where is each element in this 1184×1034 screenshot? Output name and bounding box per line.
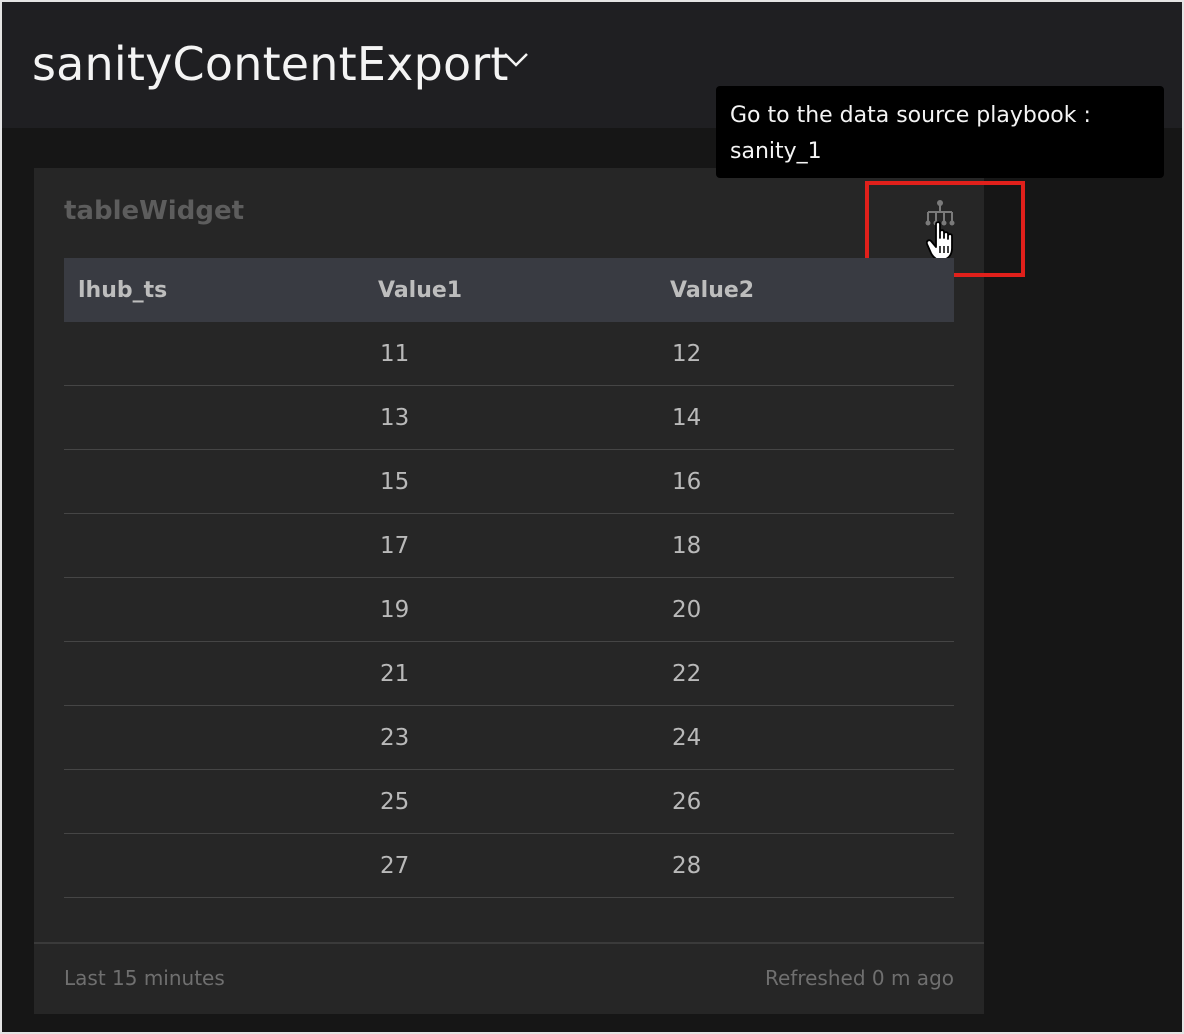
table-cell (64, 577, 364, 642)
table-widget: tableWidget lhub_ts Value1 Value2 11 12 … (34, 168, 1025, 1014)
tooltip-text: Go to the data source playbook : (730, 103, 1091, 128)
table-row: 11 12 (64, 322, 954, 386)
table-cell (64, 322, 364, 386)
column-header[interactable]: lhub_ts (64, 258, 364, 322)
dashboard-title[interactable]: sanityContentExport (32, 34, 509, 94)
table-cell: 20 (656, 577, 954, 642)
widget-title: tableWidget (64, 196, 245, 226)
table-cell: 19 (364, 577, 656, 642)
data-table: lhub_ts Value1 Value2 11 12 13 14 15 16 … (64, 258, 954, 898)
table-cell: 11 (364, 322, 656, 386)
column-header[interactable]: Value2 (656, 258, 954, 322)
table-row: 21 22 (64, 641, 954, 706)
table-cell (64, 513, 364, 578)
table-cell: 17 (364, 513, 656, 578)
table-cell: 12 (656, 322, 954, 386)
table-row: 17 18 (64, 513, 954, 578)
table-cell: 16 (656, 449, 954, 514)
table-cell: 24 (656, 705, 954, 770)
table-row: 13 14 (64, 385, 954, 450)
table-cell (64, 769, 364, 834)
table-cell: 26 (656, 769, 954, 834)
time-range-label: Last 15 minutes (64, 966, 225, 990)
refresh-status: Refreshed 0 m ago (765, 966, 954, 990)
widget-footer: Last 15 minutes Refreshed 0 m ago (34, 942, 984, 1014)
table-row: 23 24 (64, 705, 954, 770)
table-cell: 14 (656, 385, 954, 450)
table-row: 27 28 (64, 833, 954, 898)
table-header-row: lhub_ts Value1 Value2 (64, 258, 954, 322)
table-row: 19 20 (64, 577, 954, 642)
chevron-down-icon[interactable] (502, 50, 530, 70)
tooltip-playbook-name: sanity_1 (730, 139, 822, 164)
table-cell: 28 (656, 833, 954, 898)
table-cell: 18 (656, 513, 954, 578)
column-header[interactable]: Value1 (364, 258, 656, 322)
table-row: 15 16 (64, 449, 954, 514)
table-cell: 27 (364, 833, 656, 898)
app-frame: sanityContentExport tableWidget lhub_ts … (0, 0, 1184, 1034)
table-cell: 25 (364, 769, 656, 834)
table-cell (64, 385, 364, 450)
table-cell (64, 641, 364, 706)
table-row: 25 26 (64, 769, 954, 834)
table-cell: 15 (364, 449, 656, 514)
table-cell: 13 (364, 385, 656, 450)
table-cell: 22 (656, 641, 954, 706)
playbook-tooltip: Go to the data source playbook : sanity_… (716, 86, 1164, 178)
table-cell: 23 (364, 705, 656, 770)
table-cell (64, 449, 364, 514)
table-cell: 21 (364, 641, 656, 706)
table-cell (64, 833, 364, 898)
table-cell (64, 705, 364, 770)
